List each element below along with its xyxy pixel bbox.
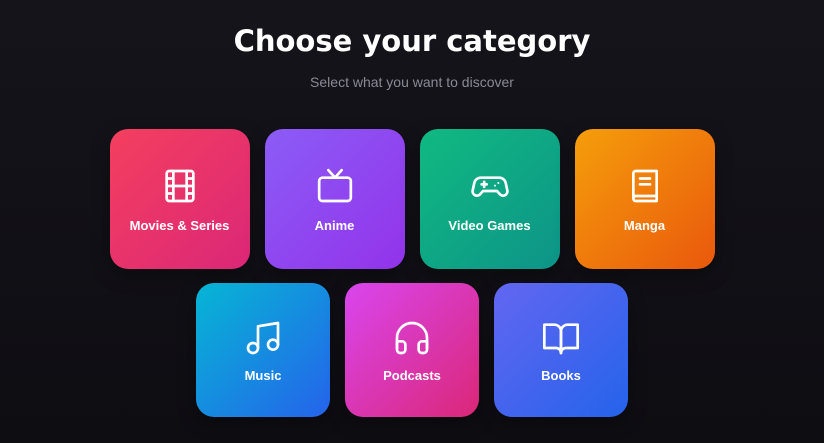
category-row-bottom: Music Podcasts Books — [0, 283, 824, 417]
open-book-icon — [541, 318, 581, 358]
book-icon — [625, 166, 665, 206]
tv-icon — [315, 166, 355, 206]
category-label: Manga — [623, 217, 666, 233]
category-label: Podcasts — [383, 367, 441, 383]
category-card-anime[interactable]: Anime — [264, 129, 405, 269]
category-label: Movies & Series — [129, 217, 230, 233]
page-subtitle: Select what you want to discover — [310, 74, 514, 90]
category-card-music[interactable]: Music — [196, 283, 330, 417]
gamepad-icon — [470, 166, 510, 206]
category-label: Music — [244, 367, 282, 383]
category-card-podcasts[interactable]: Podcasts — [345, 283, 479, 417]
category-label: Anime — [314, 217, 355, 233]
page-title: Choose your category — [233, 24, 591, 58]
music-note-icon — [243, 318, 283, 358]
film-icon — [160, 166, 200, 206]
category-card-movies-series[interactable]: Movies & Series — [109, 129, 250, 269]
category-card-manga[interactable]: Manga — [574, 129, 715, 269]
category-label: Video Games — [448, 217, 531, 233]
category-row-top: Movies & Series Anime Video Games Manga — [0, 129, 824, 269]
category-card-video-games[interactable]: Video Games — [419, 129, 560, 269]
category-card-books[interactable]: Books — [494, 283, 628, 417]
category-label: Books — [541, 367, 581, 383]
headphones-icon — [392, 318, 432, 358]
